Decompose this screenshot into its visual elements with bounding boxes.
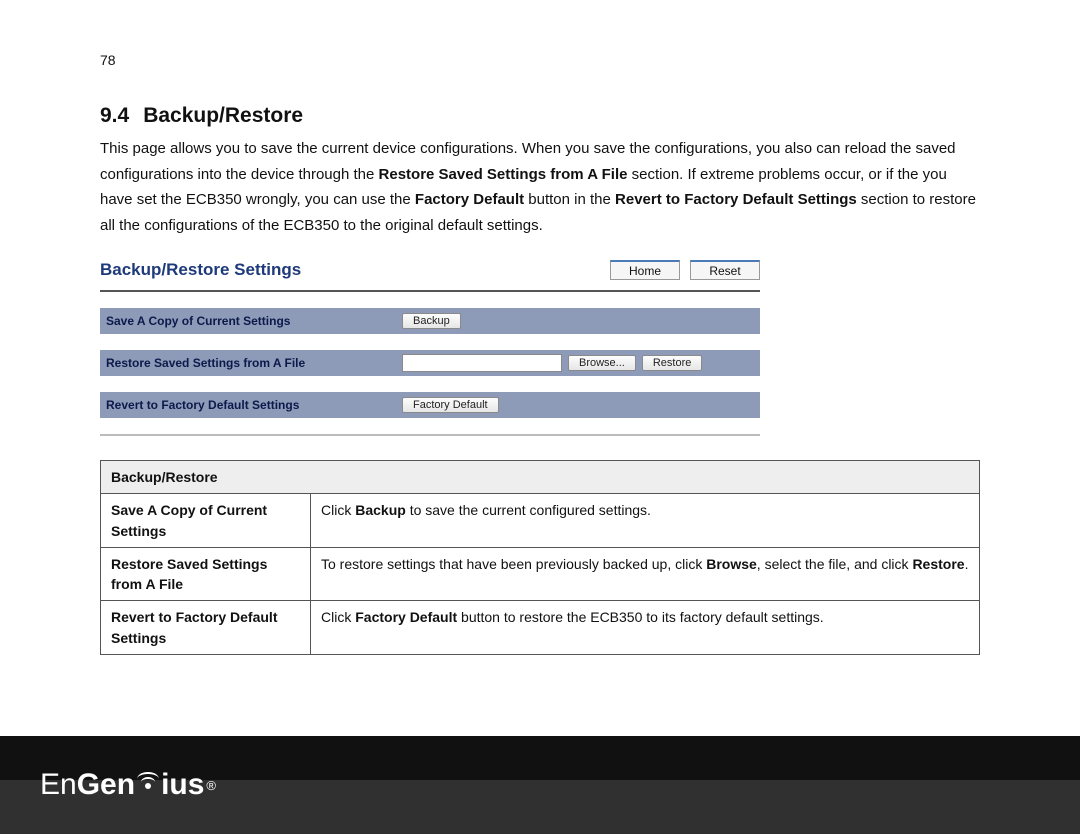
- row-value: Click Factory Default button to restore …: [311, 601, 980, 655]
- embedded-screenshot: Backup/Restore Settings Home Reset Save …: [100, 260, 760, 436]
- intro-paragraph: This page allows you to save the current…: [100, 136, 980, 238]
- row-value: Click Backup to save the current configu…: [311, 494, 980, 548]
- registered-icon: ®: [206, 778, 216, 793]
- section-heading: 9.4 Backup/Restore: [100, 104, 980, 128]
- document-page: 78 9.4 Backup/Restore This page allows yo…: [0, 0, 1080, 655]
- row-key: Save A Copy of Current Settings: [101, 494, 311, 548]
- row-key: Revert to Factory Default Settings: [101, 601, 311, 655]
- row-value: To restore settings that have been previ…: [311, 547, 980, 601]
- page-number: 78: [100, 52, 980, 68]
- row-save-copy: Save A Copy of Current Settings Backup: [100, 308, 760, 334]
- home-button[interactable]: Home: [610, 260, 680, 280]
- file-path-input[interactable]: [402, 354, 562, 372]
- section-title: Backup/Restore: [143, 104, 303, 127]
- factory-default-button[interactable]: Factory Default: [402, 397, 499, 413]
- row-key: Restore Saved Settings from A File: [101, 547, 311, 601]
- divider: [100, 434, 760, 436]
- table-row: Revert to Factory Default Settings Click…: [101, 601, 980, 655]
- top-buttons: Home Reset: [610, 260, 760, 280]
- reset-button[interactable]: Reset: [690, 260, 760, 280]
- row-restore-file: Restore Saved Settings from A File Brows…: [100, 350, 760, 376]
- row-factory-default: Revert to Factory Default Settings Facto…: [100, 392, 760, 418]
- row-label: Revert to Factory Default Settings: [100, 398, 400, 412]
- divider: [100, 290, 760, 292]
- table-header-row: Backup/Restore: [101, 461, 980, 494]
- table-row: Restore Saved Settings from A File To re…: [101, 547, 980, 601]
- logo-text: Gen: [77, 768, 135, 802]
- table-row: Save A Copy of Current Settings Click Ba…: [101, 494, 980, 548]
- browse-button[interactable]: Browse...: [568, 355, 636, 371]
- restore-button[interactable]: Restore: [642, 355, 703, 371]
- table-header: Backup/Restore: [101, 461, 980, 494]
- backup-button[interactable]: Backup: [402, 313, 461, 329]
- engenius-logo: EnGenius®: [40, 768, 216, 802]
- row-label: Save A Copy of Current Settings: [100, 314, 400, 328]
- section-number: 9.4: [100, 104, 129, 127]
- row-label: Restore Saved Settings from A File: [100, 356, 400, 370]
- logo-text: En: [40, 768, 77, 802]
- screenshot-header: Backup/Restore Settings Home Reset: [100, 260, 760, 290]
- panel-title: Backup/Restore Settings: [100, 260, 301, 280]
- page-footer: EnGenius®: [0, 736, 1080, 834]
- wifi-icon: [133, 769, 163, 793]
- logo-text: ius: [161, 768, 204, 802]
- description-table: Backup/Restore Save A Copy of Current Se…: [100, 460, 980, 655]
